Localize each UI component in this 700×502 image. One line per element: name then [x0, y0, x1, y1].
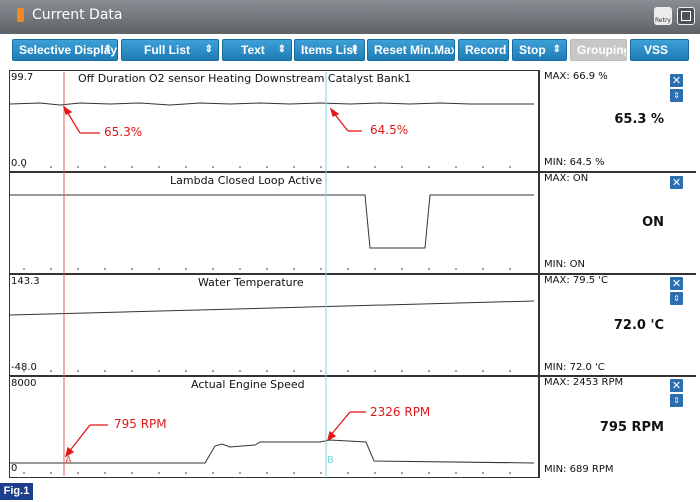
min-value-label: MIN: ON — [544, 259, 585, 270]
max-value-label: MAX: 66.9 % — [544, 71, 608, 82]
lambda-closed-loop-trace — [10, 194, 534, 249]
annotation-arrow — [329, 411, 351, 437]
cursor-a-label: A — [65, 455, 72, 466]
o2-heater-off-duration-trace — [9, 102, 534, 106]
engine-speed-trace — [10, 439, 535, 464]
min-value-label: MIN: 72.0 'C — [544, 362, 605, 373]
panel-title: Lambda Closed Loop Active — [170, 174, 323, 187]
current-value: 795 RPM — [599, 420, 664, 435]
close-icon[interactable]: ✕ — [670, 379, 683, 392]
annotation-arrowhead — [329, 107, 340, 117]
panel-title: Water Temperature — [198, 276, 304, 289]
min-value-label: MIN: 64.5 % — [544, 157, 605, 168]
y-max-label: 99.7 — [11, 72, 34, 83]
expand-icon[interactable]: ⇕ — [670, 89, 683, 102]
annotation-arrowhead — [326, 430, 337, 442]
y-min-label: 0.0 — [11, 158, 27, 169]
expand-icon[interactable]: ⇕ — [670, 292, 683, 305]
expand-icon[interactable]: ⇕ — [670, 394, 683, 407]
tick-marks — [23, 166, 511, 474]
close-icon[interactable]: ✕ — [670, 277, 683, 290]
annotation-arrow — [67, 424, 91, 454]
max-value-label: MAX: 2453 RPM — [544, 377, 624, 388]
annotation-label: 795 RPM — [114, 417, 167, 431]
close-icon[interactable]: ✕ — [670, 176, 683, 189]
current-data-window: Current Data Retry Selective Display ⇕ Fu… — [0, 0, 700, 480]
max-value-label: MAX: ON — [544, 173, 589, 184]
current-value: ON — [642, 215, 664, 230]
current-value: 72.0 'C — [613, 318, 664, 333]
y-max-label: 8000 — [11, 378, 37, 389]
water-temperature-trace — [9, 300, 535, 316]
annotation-arrowhead — [62, 105, 73, 115]
annotation-label: 64.5% — [370, 123, 409, 137]
max-value-label: MAX: 79.5 'C — [544, 275, 609, 286]
panel-title: Off Duration O2 sensor Heating Downstrea… — [78, 72, 412, 85]
current-value: 65.3 % — [614, 112, 664, 127]
close-icon[interactable]: ✕ — [670, 74, 683, 87]
cursor-b-label: B — [327, 455, 334, 466]
min-value-label: MIN: 689 RPM — [544, 464, 614, 475]
y-min-label: 0 — [11, 463, 18, 474]
figure-label: Fig.1 — [0, 483, 33, 500]
annotation-label: 65.3% — [104, 125, 143, 139]
y-max-label: 143.3 — [11, 276, 40, 287]
annotation-label: 2326 RPM — [370, 405, 431, 419]
y-min-label: -48.0 — [11, 362, 37, 373]
panel-title: Actual Engine Speed — [191, 378, 305, 391]
